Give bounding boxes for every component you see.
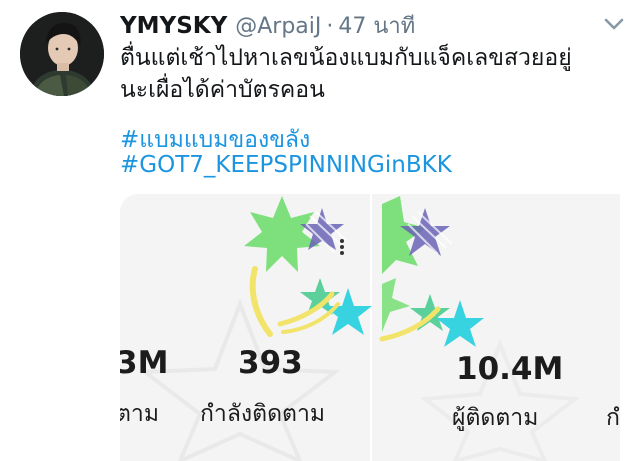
stat-value: 3M [120, 345, 169, 381]
avatar[interactable] [20, 12, 104, 96]
tweet-text: ตื่นแต่เช้าไปหาเลขน้องแบมกับแจ็คเลขสวยอย… [120, 42, 620, 106]
timestamp[interactable]: 47 นาที [338, 8, 415, 43]
stat-label: ตาม [120, 401, 160, 427]
star-sticker [436, 300, 484, 347]
user-handle[interactable]: @ArpaiJ [235, 14, 321, 39]
tweet[interactable]: YMYSKY @ArpaiJ · 47 นาที ตื่นแต่เช้าไปหา… [0, 0, 640, 461]
following-count: 393 [238, 345, 303, 381]
followers-count: 10.4M [456, 351, 564, 387]
star-sticker [244, 196, 320, 272]
sticker-decorations [139, 196, 581, 461]
chevron-down-icon[interactable] [602, 14, 626, 34]
followers-label: ผู้ติดตาม [452, 405, 539, 431]
media-attachment[interactable]: 3M ตาม 393 กำลังติดตาม 10.4M ผู้ติดตาม ก… [120, 194, 620, 461]
tweet-text-line: ตื่นแต่เช้าไปหาเลขน้องแบมกับแจ็คเลขสวยอย… [120, 45, 572, 71]
separator-dot: · [326, 14, 334, 39]
tweet-header: YMYSKY @ArpaiJ · 47 นาที [120, 8, 415, 40]
tweet-text-line: นะเผื่อได้ค่าบัตรคอน [120, 77, 325, 103]
hashtag-link[interactable]: #GOT7_KEEPSPINNINGinBKK [120, 152, 452, 178]
display-name[interactable]: YMYSKY [120, 13, 227, 39]
following-label: กำลังติดตาม [200, 401, 326, 427]
avatar-image [20, 12, 104, 96]
more-vertical-icon [340, 239, 344, 255]
stat-label: กำ [606, 405, 620, 431]
